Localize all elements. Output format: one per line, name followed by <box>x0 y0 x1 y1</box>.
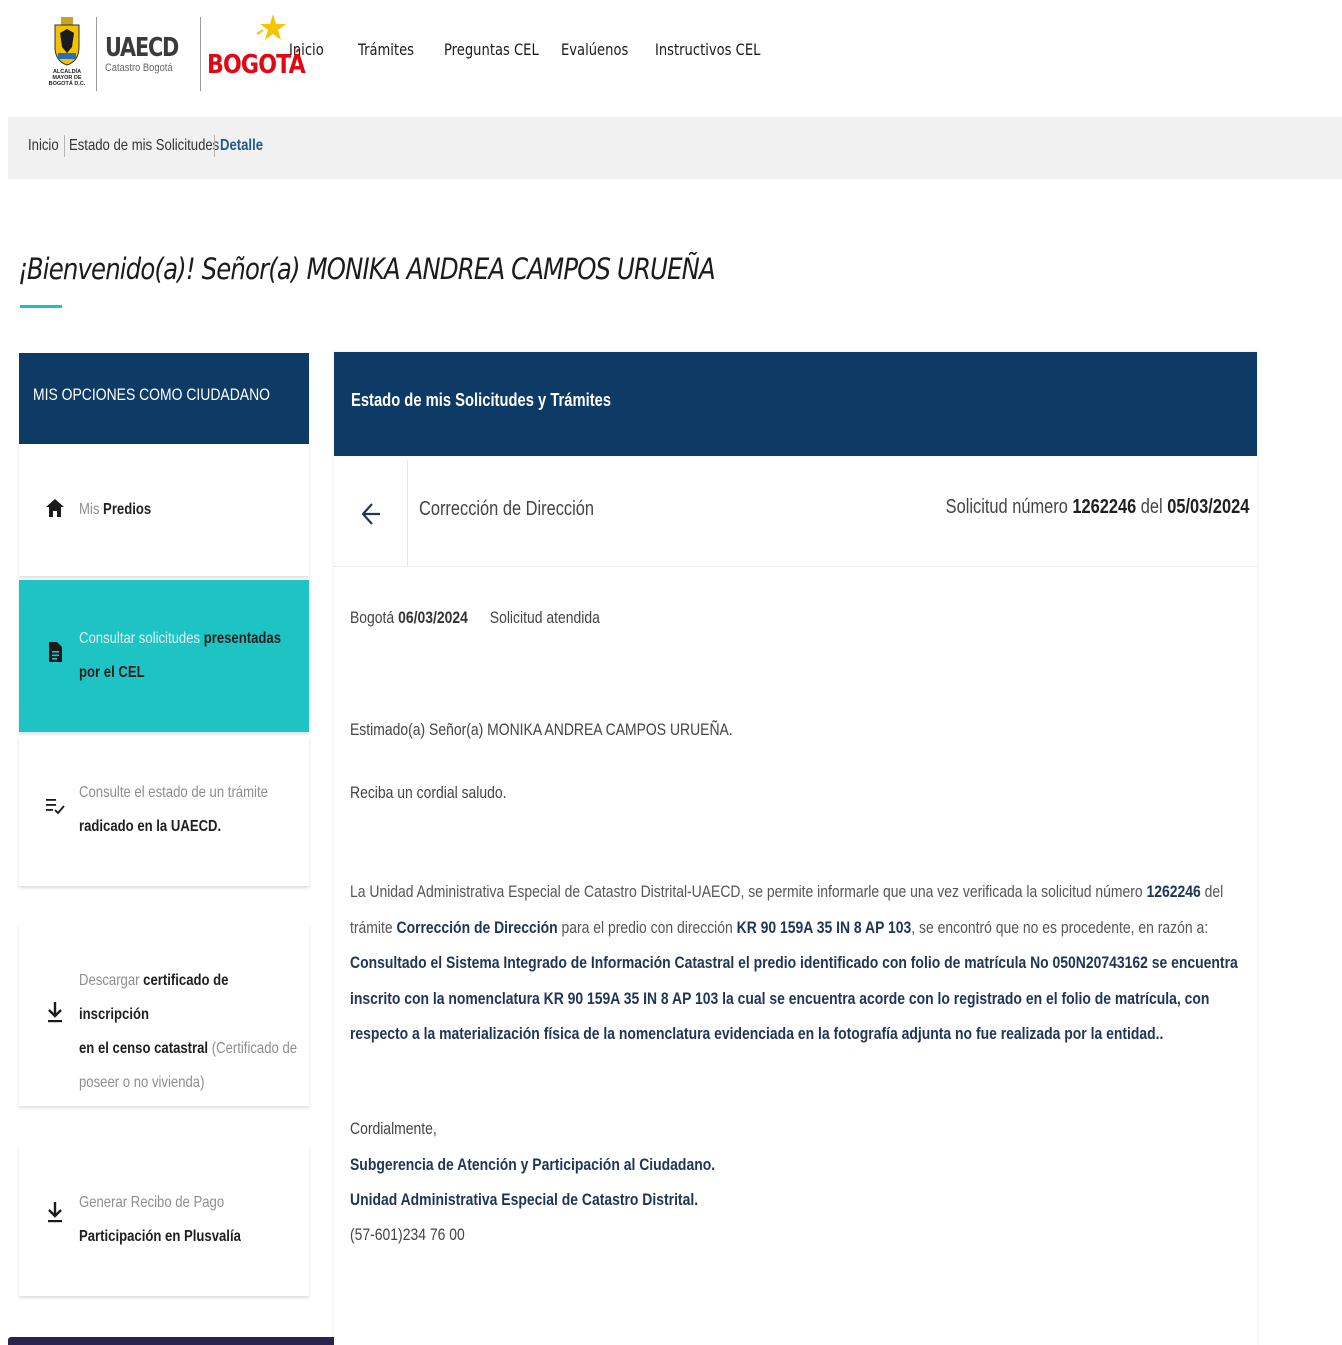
download-icon <box>48 1202 62 1223</box>
nav-inicio[interactable]: Inicio <box>289 40 324 68</box>
logo-group[interactable]: ALCALDÍA MAYOR DE BOGOTÁ D.C. UAECD Cata… <box>46 12 306 96</box>
sidebar-title: MIS OPCIONES COMO CIUDADANO <box>33 385 271 404</box>
sidebar-item-consulte-estado[interactable]: Consulte el estado de un trámite radicad… <box>19 736 309 886</box>
nav-instructivos-cel[interactable]: Instructivos CEL <box>655 40 760 68</box>
signature-line-1: Subgerencia de Atención y Participación … <box>350 1155 716 1174</box>
sidebar-item-label: Mis Predios <box>79 501 152 518</box>
uaecd-logo: UAECD Catastro Bogotá <box>105 17 196 91</box>
arrow-left-icon <box>361 503 380 525</box>
nav-tramites[interactable]: Trámites <box>358 40 414 68</box>
main-panel-title: Estado de mis Solicitudes y Trámites <box>351 390 612 410</box>
sidebar-header: MIS OPCIONES COMO CIUDADANO <box>19 353 309 444</box>
coat-of-arms-icon <box>54 17 80 66</box>
sidebar-item-label: Consulte el estado de un trámite radicad… <box>79 784 268 835</box>
alcaldia-logo: ALCALDÍA MAYOR DE BOGOTÁ D.C. <box>46 17 88 91</box>
greeting-line-2: Reciba un cordial saludo. <box>350 783 507 802</box>
sidebar-next-item-edge <box>8 1337 380 1345</box>
document-icon <box>49 642 62 662</box>
solicitud-info: Solicitud número 1262246 del 05/03/2024 <box>945 496 1249 518</box>
logo-divider-2 <box>200 17 202 91</box>
sidebar-item-label: Generar Recibo de Pago Participación en … <box>79 1194 241 1245</box>
breadcrumb-separator <box>214 135 215 157</box>
sidebar-item-label: Descargar certificado de inscripción en … <box>79 972 298 1091</box>
breadcrumb-separator <box>64 135 65 157</box>
download-icon <box>48 1002 62 1023</box>
top-header: ALCALDÍA MAYOR DE BOGOTÁ D.C. UAECD Cata… <box>0 0 1342 112</box>
nav-evaluenos[interactable]: Evalúenos <box>561 40 628 68</box>
breadcrumb-detalle: Detalle <box>220 137 264 154</box>
tramite-name: Corrección de Dirección <box>419 498 595 520</box>
closing-text: Cordialmente, <box>350 1119 437 1138</box>
status-text: Solicitud atendida <box>489 608 600 627</box>
sidebar-item-label: Consultar solicitudes presentadas por el… <box>79 630 282 681</box>
greeting-line: Estimado(a) Señor(a) MONIKA ANDREA CAMPO… <box>350 720 733 739</box>
alcaldia-text: ALCALDÍA MAYOR DE BOGOTÁ D.C. <box>48 69 86 87</box>
uaecd-title: UAECD <box>105 32 179 63</box>
sidebar-item-generar-recibo[interactable]: Generar Recibo de Pago Participación en … <box>19 1146 309 1296</box>
logo-divider <box>96 17 97 91</box>
phone-number: (57-601)234 76 00 <box>350 1225 465 1244</box>
request-detail-bar: Corrección de Dirección Solicitud número… <box>334 460 1257 567</box>
sidebar-item-consultar-solicitudes[interactable]: Consultar solicitudes presentadas por el… <box>19 580 309 732</box>
breadcrumb: Inicio Estado de mis Solicitudes Detalle <box>8 117 1342 179</box>
sidebar-item-descargar-certificado[interactable]: Descargar certificado de inscripción en … <box>19 924 309 1106</box>
breadcrumb-inicio[interactable]: Inicio <box>28 137 59 155</box>
page-title: ¡Bienvenido(a)! Señor(a) MONIKA ANDREA C… <box>18 252 716 286</box>
home-icon <box>46 499 64 517</box>
breadcrumb-estado[interactable]: Estado de mis Solicitudes <box>69 137 219 155</box>
sidebar-item-mis-predios[interactable]: Mis Predios <box>19 444 309 576</box>
signature-line-2: Unidad Administrativa Especial de Catast… <box>350 1190 699 1209</box>
nav-preguntas-cel[interactable]: Preguntas CEL <box>444 40 539 68</box>
title-underline <box>20 305 62 308</box>
response-paragraph: La Unidad Administrativa Especial de Cat… <box>350 882 1238 1043</box>
response-date-line: Bogotá 06/03/2024 Solicitud atendida <box>350 608 600 627</box>
checklist-icon <box>46 799 65 815</box>
uaecd-subtitle: Catastro Bogotá <box>105 61 173 74</box>
main-panel-header: Estado de mis Solicitudes y Trámites <box>334 352 1257 456</box>
bogota-logo: BOGOTÁ <box>205 12 306 96</box>
back-button[interactable] <box>334 460 408 566</box>
